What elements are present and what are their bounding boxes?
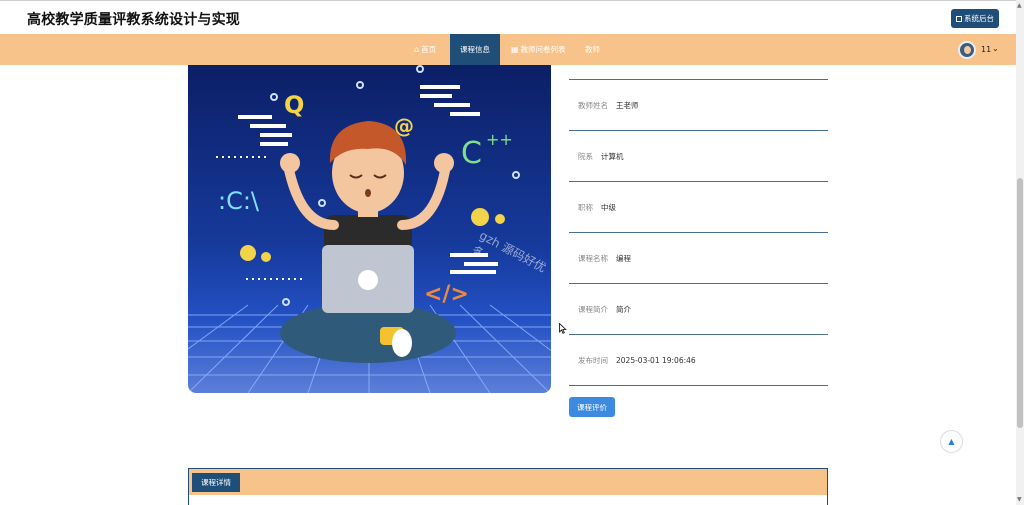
info-row-department: 院系 计算机 xyxy=(569,130,828,181)
admin-backend-button[interactable]: 系统后台 xyxy=(951,9,999,28)
course-detail-section: 课程详情 xyxy=(188,468,828,505)
info-label: 教师姓名 xyxy=(578,100,608,110)
chevron-down-icon[interactable]: ⌄ xyxy=(992,44,999,53)
divider xyxy=(569,385,828,386)
info-label: 课程简介 xyxy=(578,304,608,314)
svg-text:Q: Q xyxy=(284,91,304,119)
info-row-teacher-name: 教师姓名 王老师 xyxy=(569,79,828,130)
avatar-face xyxy=(964,46,971,54)
course-info-list: 教师姓名 王老师 院系 计算机 职称 中级 课程名称 编程 课程简介 简介 发布… xyxy=(569,79,828,386)
arrow-up-icon: ▲ xyxy=(948,437,955,446)
svg-text:C: C xyxy=(461,136,482,171)
svg-text::C:\: :C:\ xyxy=(218,187,260,215)
info-value: 中级 xyxy=(601,202,616,212)
info-value: 王老师 xyxy=(616,100,639,110)
info-row-course-name: 课程名称 编程 xyxy=(569,232,828,283)
nav-item-home[interactable]: ⌂ 首页 xyxy=(414,34,436,65)
info-value: 简介 xyxy=(616,304,631,314)
info-row-course-intro: 课程简介 简介 xyxy=(569,283,828,334)
scroll-down-icon[interactable]: ▼ xyxy=(1017,496,1022,503)
nav-item-home-label: 首页 xyxy=(421,45,437,54)
nav-item-teachers[interactable]: 教师 xyxy=(585,34,600,65)
user-name[interactable]: 11 xyxy=(981,45,991,54)
user-avatar[interactable] xyxy=(958,41,976,59)
course-evaluate-button[interactable]: 课程评价 xyxy=(569,397,615,417)
info-label: 院系 xyxy=(578,151,593,161)
nav-item-questionnaire-label: 教师问卷列表 xyxy=(520,45,566,54)
site-title: 高校教学质量评教系统设计与实现 xyxy=(27,12,240,28)
programmer-illustration: Q @ C ++ :C:\ </> xyxy=(188,65,551,393)
top-bar: 高校教学质量评教系统设计与实现 系统后台 xyxy=(0,0,1016,34)
nav-item-teachers-label: 教师 xyxy=(585,45,600,54)
nav-item-course-info[interactable]: 课程信息 xyxy=(450,34,500,65)
info-label: 发布时间 xyxy=(578,355,608,365)
nav-item-questionnaire-list[interactable]: ▦ 教师问卷列表 xyxy=(511,34,566,65)
info-row-publish-time: 发布时间 2025-03-01 19:06:46 xyxy=(569,334,828,385)
home-icon: ⌂ xyxy=(414,45,420,54)
svg-text:</>: </> xyxy=(424,282,469,307)
scrollbar-thumb[interactable] xyxy=(1017,178,1023,428)
tab-course-detail[interactable]: 课程详情 xyxy=(192,473,240,492)
main-navbar: ⌂ 首页 课程信息 ▦ 教师问卷列表 教师 xyxy=(0,34,1016,65)
nav-item-course-info-label: 课程信息 xyxy=(460,45,490,54)
admin-backend-label: 系统后台 xyxy=(964,14,994,23)
svg-text:++: ++ xyxy=(486,130,513,149)
document-icon xyxy=(956,15,962,22)
course-detail-header: 课程详情 xyxy=(189,469,827,495)
info-row-title: 职称 中级 xyxy=(569,181,828,232)
info-label: 课程名称 xyxy=(578,253,608,263)
course-cover-image: Q @ C ++ :C:\ </> gzh 源码好优多 xyxy=(188,65,551,393)
info-label: 职称 xyxy=(578,202,593,212)
info-value: 编程 xyxy=(616,253,631,263)
info-value: 2025-03-01 19:06:46 xyxy=(616,355,696,365)
calendar-icon: ▦ xyxy=(511,45,519,54)
back-to-top-button[interactable]: ▲ xyxy=(940,430,963,453)
info-value: 计算机 xyxy=(601,151,624,161)
scroll-up-icon[interactable]: ▲ xyxy=(1017,2,1022,9)
mouse-cursor-icon xyxy=(559,323,567,334)
